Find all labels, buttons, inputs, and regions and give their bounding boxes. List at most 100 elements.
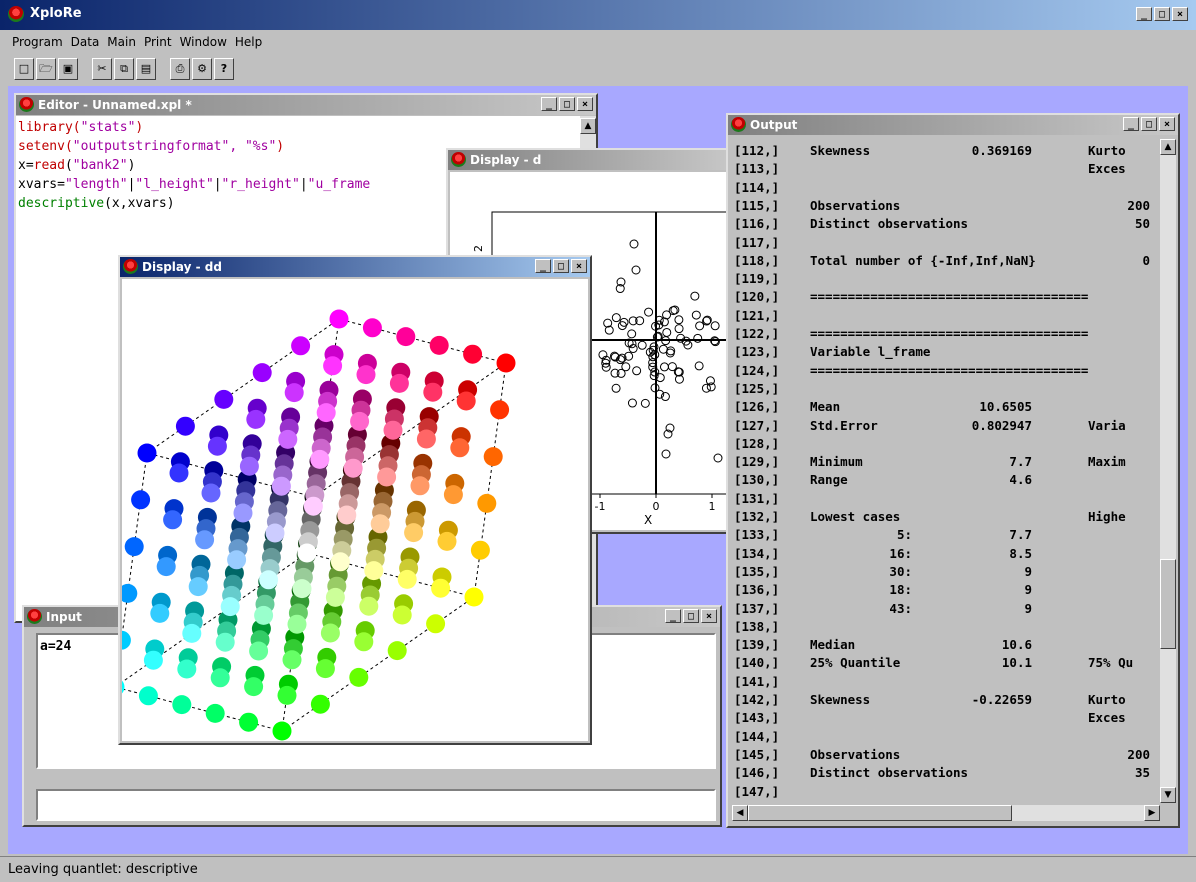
scroll-right-icon[interactable]: ▶ — [1144, 805, 1160, 821]
display-dd-window[interactable]: Display - dd _ □ × — [118, 255, 592, 745]
rgb-color-cube-plot — [122, 309, 516, 741]
output-row: [118,] Total number of {-Inf,Inf,NaN} 0 — [734, 252, 1150, 268]
print-icon[interactable]: ⎙ — [170, 58, 190, 80]
maximize-button[interactable]: □ — [1154, 7, 1170, 21]
close-button[interactable]: × — [1172, 7, 1188, 21]
output-row: [121,] — [734, 307, 780, 323]
output-row: [115,] Observations 200 — [734, 197, 1150, 213]
scatter-point — [693, 333, 703, 343]
command-input[interactable] — [36, 789, 716, 821]
toolbar: □ 🗁 ▣ ✂ ⧉ ▤ ⎙ ⚙ ? — [14, 58, 234, 80]
color-point — [490, 400, 510, 420]
menu-item-print[interactable]: Print — [144, 35, 172, 49]
color-point — [175, 416, 195, 436]
color-point — [320, 623, 340, 643]
output-title: Output — [750, 118, 798, 132]
output-row: [141,] — [734, 673, 780, 689]
color-point — [291, 336, 311, 356]
scroll-up-icon[interactable]: ▲ — [580, 118, 596, 134]
app-title: XploRe — [30, 6, 82, 21]
xplore-logo-icon — [731, 117, 746, 132]
editor-title: Editor - Unnamed.xpl * — [38, 98, 192, 112]
output-row: [145,] Observations 200 — [734, 746, 1150, 762]
menu-item-main[interactable]: Main — [107, 35, 136, 49]
color-point — [277, 685, 297, 705]
color-point — [477, 493, 497, 513]
color-point — [244, 677, 264, 697]
color-point — [282, 650, 302, 670]
minimize-button[interactable]: _ — [1136, 7, 1152, 21]
scroll-up-icon[interactable]: ▲ — [1160, 139, 1176, 155]
close-button[interactable]: × — [701, 609, 717, 623]
output-row: [135,] 30: 9 — [734, 563, 1032, 579]
color-point — [431, 578, 451, 598]
scatter-point — [640, 398, 650, 408]
color-point — [284, 383, 304, 403]
minimize-button[interactable]: _ — [665, 609, 681, 623]
color-point — [239, 712, 259, 732]
maximize-button[interactable]: □ — [683, 609, 699, 623]
maximize-button[interactable]: □ — [559, 97, 575, 111]
color-point — [254, 605, 274, 625]
color-point — [143, 650, 163, 670]
color-point — [272, 721, 292, 741]
color-point — [370, 514, 390, 534]
output-vertical-scrollbar[interactable]: ▲ ▼ — [1160, 139, 1176, 803]
output-window[interactable]: Output _ □ × [112,] Skewness 0.369169 Kurto… — [726, 113, 1180, 828]
scatter-point — [690, 291, 700, 301]
color-point — [287, 614, 307, 634]
cube-edge — [281, 596, 475, 732]
scroll-left-icon[interactable]: ◀ — [732, 805, 748, 821]
color-point — [292, 579, 312, 599]
color-point — [205, 703, 225, 723]
color-point — [456, 391, 476, 411]
color-point — [389, 373, 409, 393]
close-button[interactable]: × — [1159, 117, 1175, 131]
menu-item-window[interactable]: Window — [180, 35, 227, 49]
output-row: [131,] — [734, 490, 780, 506]
copy-icon[interactable]: ⧉ — [114, 58, 134, 80]
output-row: [133,] 5: 7.7 — [734, 527, 1032, 543]
display-d-title: Display - d — [470, 153, 542, 167]
settings-icon[interactable]: ⚙ — [192, 58, 212, 80]
color-point — [233, 503, 253, 523]
cut-icon[interactable]: ✂ — [92, 58, 112, 80]
output-horizontal-scrollbar[interactable]: ◀ ▶ — [732, 805, 1160, 821]
y-tick-label: 2 — [472, 245, 485, 252]
menu-bar: Program Data Main Print Window Help — [0, 30, 1196, 54]
color-point — [364, 561, 384, 581]
color-point — [463, 344, 483, 364]
output-row: [126,] Mean 10.6505 — [734, 399, 1032, 415]
input-title: Input — [46, 610, 82, 624]
menu-item-help[interactable]: Help — [235, 35, 262, 49]
open-folder-icon[interactable]: 🗁 — [36, 58, 56, 80]
save-icon[interactable]: ▣ — [58, 58, 78, 80]
color-point — [210, 668, 230, 688]
close-button[interactable]: × — [577, 97, 593, 111]
maximize-button[interactable]: □ — [1141, 117, 1157, 131]
color-point — [359, 596, 379, 616]
new-file-icon[interactable]: □ — [14, 58, 34, 80]
scroll-thumb[interactable] — [1160, 559, 1176, 649]
menu-item-data[interactable]: Data — [71, 35, 100, 49]
color-point — [423, 382, 443, 402]
scroll-thumb[interactable] — [748, 805, 1012, 821]
scatter-point — [644, 307, 654, 317]
color-point — [356, 365, 376, 385]
scatter-point — [611, 383, 621, 393]
scroll-down-icon[interactable]: ▼ — [1160, 787, 1176, 803]
scatter-point — [631, 265, 641, 275]
menu-item-program[interactable]: Program — [12, 35, 63, 49]
minimize-button[interactable]: _ — [1123, 117, 1139, 131]
minimize-button[interactable]: _ — [535, 259, 551, 273]
paste-icon[interactable]: ▤ — [136, 58, 156, 80]
minimize-button[interactable]: _ — [541, 97, 557, 111]
color-point — [426, 614, 446, 634]
help-icon[interactable]: ? — [214, 58, 234, 80]
output-text-area[interactable]: [112,] Skewness 0.369169 Kurto [113,] Exces [1… — [732, 139, 1160, 807]
output-row: [127,] Std.Error 0.802947 Varia — [734, 417, 1126, 433]
close-button[interactable]: × — [571, 259, 587, 273]
scatter-point — [695, 321, 705, 331]
color-point — [330, 552, 350, 572]
maximize-button[interactable]: □ — [553, 259, 569, 273]
